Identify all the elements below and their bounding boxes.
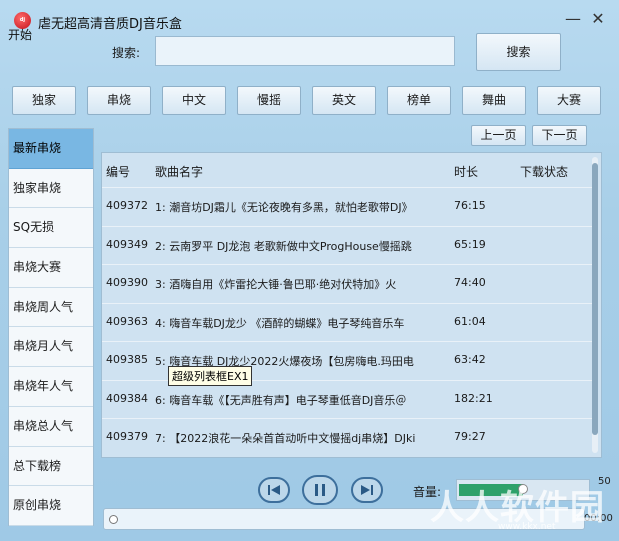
window-title: 虐无超高清音质DJ音乐盒 [38, 17, 182, 32]
search-input[interactable] [155, 36, 455, 66]
pause-button[interactable] [302, 475, 338, 505]
row-id: 409349 [106, 237, 148, 251]
start-label[interactable]: 开始 [8, 26, 32, 43]
row-name: 2: 云南罗平 DJ龙泡 老歌新做中文ProgHouse慢摇跳 [155, 239, 412, 253]
row-id: 409390 [106, 276, 148, 289]
row-name: 3: 酒嗨自用《炸雷抡大锤·鲁巴耶·绝对伏特加》火 [155, 278, 397, 291]
sidebar-item[interactable]: 串烧总人气 [9, 407, 93, 447]
pause-icon [315, 484, 325, 496]
header-download[interactable]: 下载状态 [520, 163, 568, 180]
sidebar-item[interactable]: 串烧周人气 [9, 288, 93, 328]
row-duration: 65:19 [454, 237, 486, 251]
sidebar-item[interactable]: 串烧月人气 [9, 327, 93, 368]
tooltip: 超级列表框EX1 [168, 366, 253, 386]
row-duration: 76:15 [454, 199, 486, 212]
prev-page-button[interactable]: 上一页 [471, 125, 526, 146]
row-name: 4: 嗨音车载DJ龙少 《酒醉的蝴蝶》电子琴纯音乐车 [155, 316, 405, 330]
row-duration: 79:27 [454, 430, 486, 443]
search-label: 搜索: [112, 46, 141, 60]
row-duration: 63:42 [454, 353, 486, 366]
sidebar-item[interactable]: 总下载榜 [9, 447, 93, 487]
category-button[interactable]: 中文 [162, 86, 226, 115]
row-duration: 182:21 [454, 391, 493, 405]
category-button[interactable]: 榜单 [387, 86, 451, 115]
search-button[interactable]: 搜索 [476, 33, 561, 71]
row-id: 409385 [106, 353, 148, 366]
row-duration: 61:04 [454, 314, 486, 328]
list-scrollbar[interactable] [592, 157, 598, 453]
sidebar-item[interactable]: 串烧年人气 [9, 367, 93, 407]
next-track-button[interactable] [351, 477, 383, 503]
skip-previous-icon [268, 485, 280, 495]
sidebar-item[interactable]: SQ无损 [9, 208, 93, 249]
row-id: 409384 [106, 391, 148, 405]
sidebar-item[interactable]: 独家串烧 [9, 169, 93, 209]
table-row[interactable]: 409372 1: 潮音坊DJ霜儿《无论夜晚有多黑，就怕老歌带DJ》 76:15 [102, 187, 592, 222]
row-name: 7: 【2022浪花一朵朵首首动听中文慢摇dj串烧】DJki [155, 432, 416, 445]
row-name: 1: 潮音坊DJ霜儿《无论夜晚有多黑，就怕老歌带DJ》 [155, 201, 413, 214]
row-id: 409379 [106, 430, 148, 443]
sidebar: 最新串烧 独家串烧 SQ无损 串烧大赛 串烧周人气 串烧月人气 串烧年人气 串烧总人气 总下载榜… [8, 128, 94, 526]
close-icon[interactable]: ✕ [588, 10, 608, 28]
header-name[interactable]: 歌曲名字 [155, 163, 445, 180]
category-button[interactable]: 英文 [312, 86, 376, 115]
category-button[interactable]: 独家 [12, 86, 76, 115]
skip-next-icon [361, 485, 373, 495]
row-duration: 74:40 [454, 276, 486, 289]
scrollbar-thumb[interactable] [592, 163, 598, 435]
song-list: 编号 歌曲名字 时长 下载状态 409372 1: 潮音坊DJ霜儿《无论夜晚有多黑… [101, 152, 602, 458]
category-button[interactable]: 串烧 [87, 86, 151, 115]
table-row[interactable]: 409379 7: 【2022浪花一朵朵首首动听中文慢摇dj串烧】DJki 79:2… [102, 418, 592, 453]
category-button[interactable]: 舞曲 [462, 86, 526, 115]
sidebar-item[interactable]: 串烧大赛 [9, 248, 93, 288]
table-row[interactable]: 409363 4: 嗨音车载DJ龙少 《酒醉的蝴蝶》电子琴纯音乐车 61:04 [102, 302, 592, 338]
header-id[interactable]: 编号 [106, 163, 130, 180]
table-row[interactable]: 409390 3: 酒嗨自用《炸雷抡大锤·鲁巴耶·绝对伏特加》火 74:40 [102, 264, 592, 299]
table-row[interactable]: 409349 2: 云南罗平 DJ龙泡 老歌新做中文ProgHouse慢摇跳 65:… [102, 225, 592, 261]
app-window: dj 虐无超高清音质DJ音乐盒 开始 — ✕ 搜索: 搜索 独家 串烧 中文 慢摇 英文… [0, 0, 619, 541]
row-id: 409372 [106, 199, 148, 212]
list-header: 编号 歌曲名字 时长 下载状态 [102, 153, 592, 187]
sidebar-item[interactable]: 原创串烧 [9, 486, 93, 526]
category-button[interactable]: 大赛 [537, 86, 601, 115]
watermark-url: www.kkx.net [498, 522, 556, 532]
row-name: 6: 嗨音车载《【无声胜有声】电子琴重低音DJ音乐＠ [155, 393, 407, 407]
category-button[interactable]: 慢摇 [237, 86, 301, 115]
row-id: 409363 [106, 314, 148, 328]
sidebar-item[interactable]: 最新串烧 [9, 129, 93, 169]
header-duration[interactable]: 时长 [454, 163, 478, 180]
next-page-button[interactable]: 下一页 [532, 125, 587, 146]
minimize-icon[interactable]: — [563, 10, 583, 28]
progress-knob[interactable] [109, 515, 118, 524]
previous-track-button[interactable] [258, 477, 290, 503]
